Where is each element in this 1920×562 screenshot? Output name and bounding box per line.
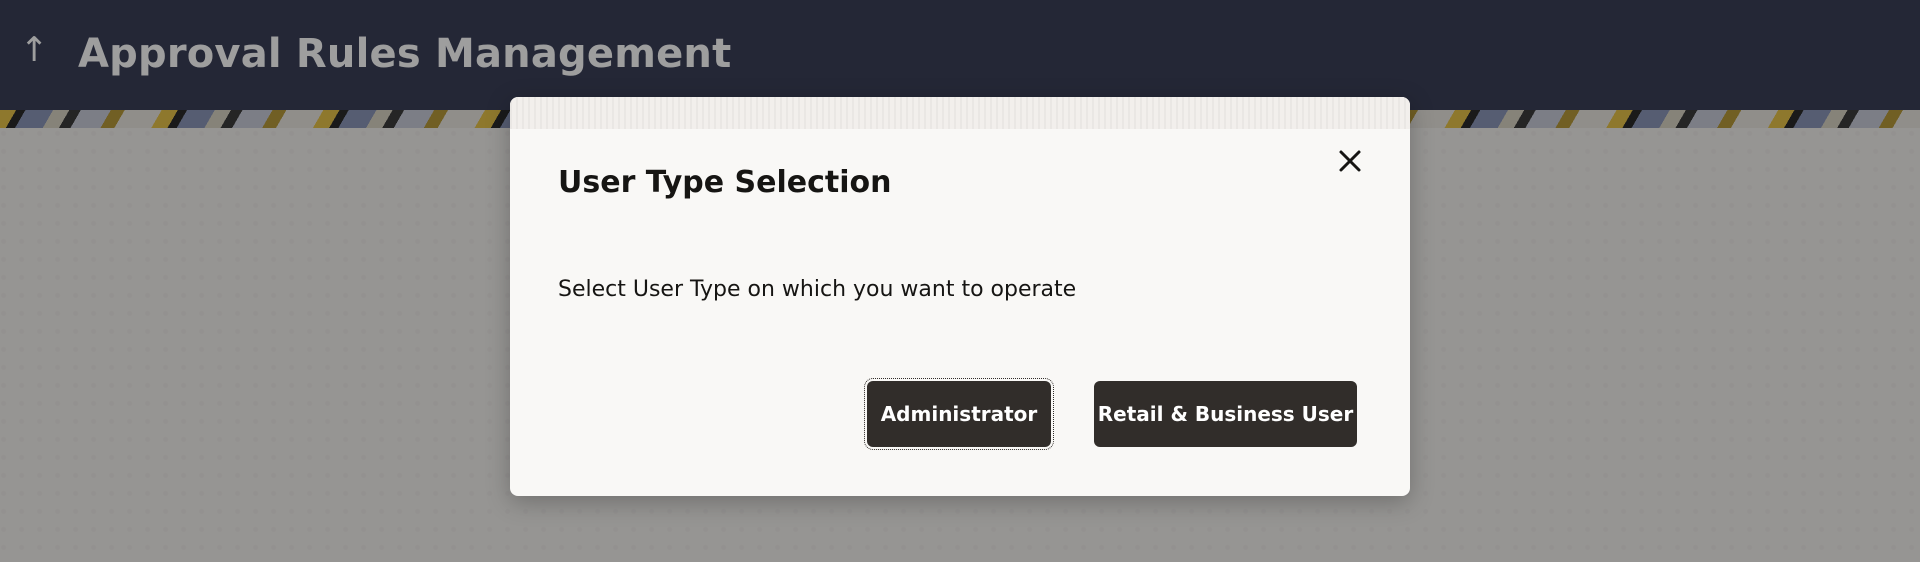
page: ↑ Approval Rules Management User Type Se… [0,0,1920,562]
administrator-button[interactable]: Administrator [864,378,1054,450]
dialog-message: Select User Type on which you want to op… [558,277,1077,302]
close-icon-svg [1339,150,1361,172]
user-type-selection-dialog: User Type Selection Select User Type on … [510,97,1410,496]
dialog-top-texture [510,97,1410,129]
retail-business-user-button[interactable]: Retail & Business User [1094,381,1357,447]
close-icon[interactable] [1332,143,1368,179]
dialog-title: User Type Selection [558,165,892,200]
